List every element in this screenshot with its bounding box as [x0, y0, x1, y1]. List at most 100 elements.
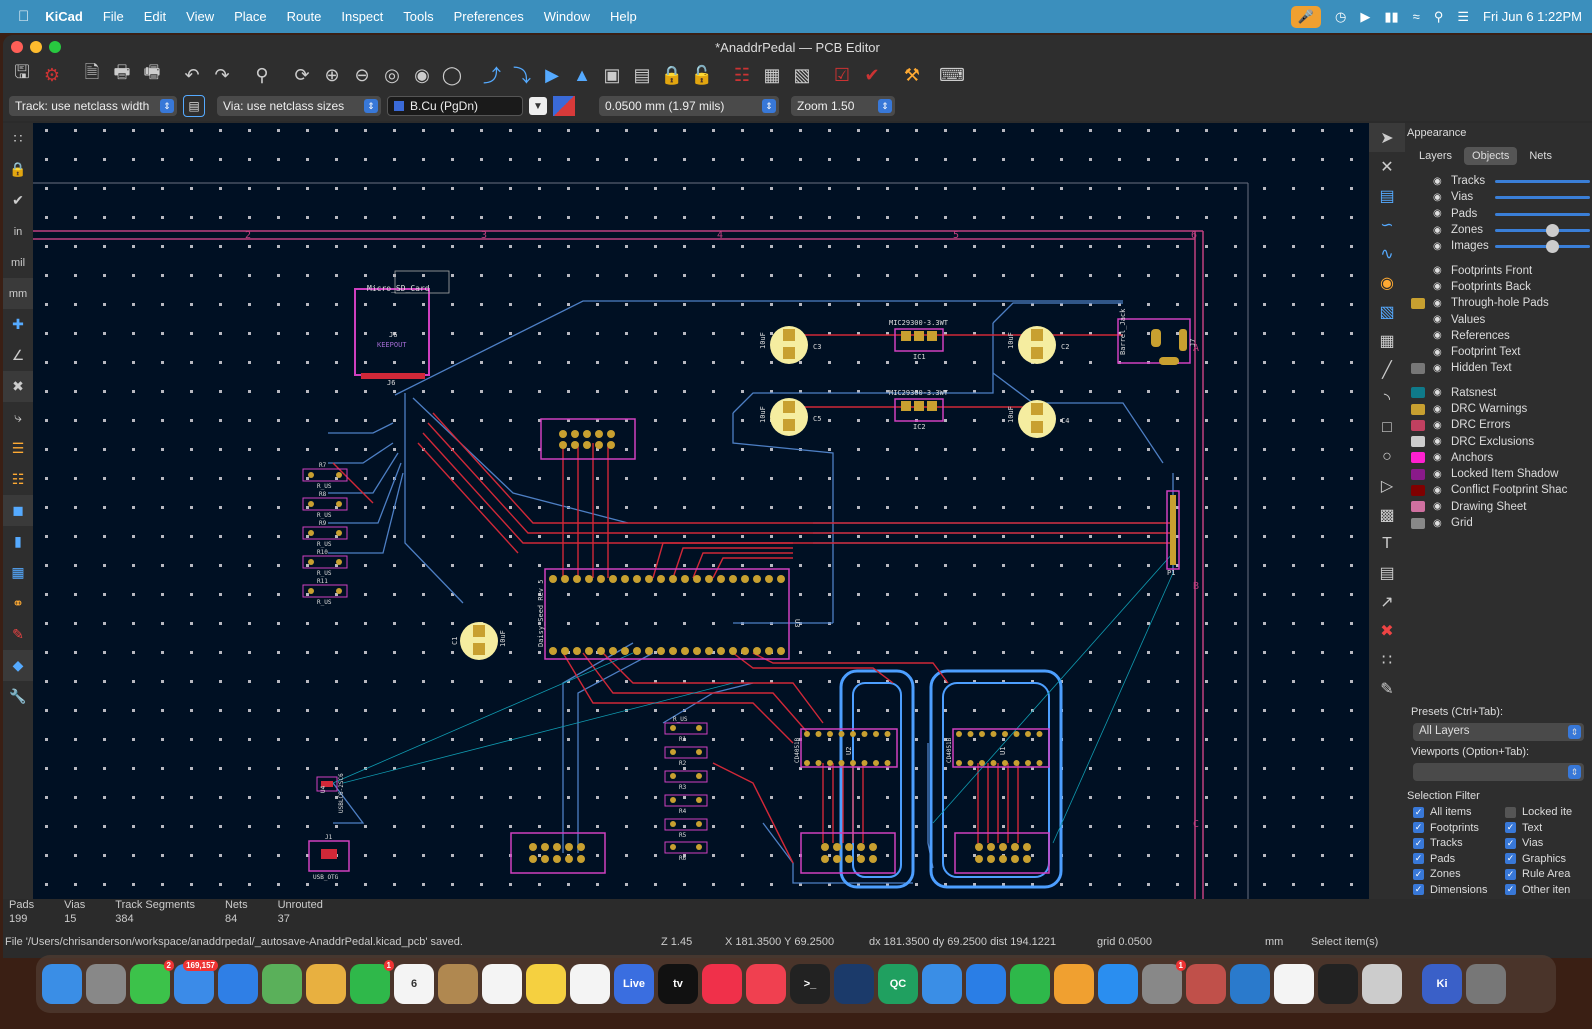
dock-tv-icon[interactable]: tv: [658, 964, 698, 1004]
lock-icon[interactable]: 🔒: [659, 62, 685, 88]
dock-calendar-icon[interactable]: 6: [394, 964, 434, 1004]
slider-knob[interactable]: [1546, 223, 1559, 237]
menu-view[interactable]: View: [186, 9, 214, 24]
dock-xcode-icon[interactable]: [922, 964, 962, 1004]
dock-finder-icon[interactable]: [42, 964, 82, 1004]
eye-icon[interactable]: ◉: [1433, 225, 1447, 236]
dock-kicad-icon[interactable]: Ki: [1422, 964, 1462, 1004]
pad[interactable]: [979, 731, 985, 737]
filter-item[interactable]: ✓ Vias: [1505, 836, 1592, 851]
eye-icon[interactable]: ◉: [1433, 208, 1447, 219]
pad[interactable]: [815, 760, 822, 766]
object-row[interactable]: ◉ Anchors: [1405, 450, 1592, 466]
object-row[interactable]: ◉ Locked Item Shadow: [1405, 466, 1592, 482]
play-icon[interactable]: ▶: [1360, 9, 1370, 25]
menu-help[interactable]: Help: [610, 9, 637, 24]
eye-icon[interactable]: ◉: [1433, 176, 1447, 187]
pad[interactable]: [990, 760, 997, 766]
pad[interactable]: [956, 760, 962, 766]
dock-mail-icon[interactable]: 169,157: [174, 960, 218, 1004]
add-footprint-icon[interactable]: ▤: [1369, 181, 1405, 210]
pad[interactable]: [827, 731, 833, 737]
menu-tools[interactable]: Tools: [403, 9, 433, 24]
draw-rect-icon[interactable]: □: [1369, 413, 1405, 442]
dock-instruments-icon[interactable]: [1186, 964, 1226, 1004]
filter-item[interactable]: ✓ Zones: [1413, 867, 1505, 882]
pad[interactable]: [956, 731, 962, 737]
pad[interactable]: [838, 731, 845, 737]
filter-item[interactable]: ✓ Rule Area: [1505, 867, 1592, 882]
filter-checkbox[interactable]: [1505, 806, 1516, 818]
color-swatch[interactable]: [1411, 403, 1425, 415]
object-row[interactable]: ◉ Drawing Sheet: [1405, 499, 1592, 515]
pad[interactable]: [873, 760, 879, 766]
rotate-ccw-icon[interactable]: ⤴: [479, 62, 505, 88]
eye-icon[interactable]: ◉: [1433, 518, 1447, 529]
pad[interactable]: [561, 575, 569, 583]
drc-icon[interactable]: ☑: [829, 62, 855, 88]
pad[interactable]: [717, 575, 725, 583]
pad[interactable]: [873, 731, 879, 737]
object-row[interactable]: ◉ DRC Warnings: [1405, 401, 1592, 417]
drc-check-icon[interactable]: ✔: [859, 62, 885, 88]
text-outline-icon[interactable]: ⚭: [3, 588, 33, 619]
add-dimension-icon[interactable]: ↗: [1369, 587, 1405, 616]
pad[interactable]: [1002, 731, 1008, 737]
dock-news-icon[interactable]: [746, 964, 786, 1004]
pad[interactable]: [645, 575, 653, 583]
filter-checkbox[interactable]: ✓: [1413, 884, 1424, 896]
object-row[interactable]: ◉ DRC Exclusions: [1405, 433, 1592, 449]
footprint-editor-icon[interactable]: ▦: [759, 62, 785, 88]
pad[interactable]: [990, 731, 997, 737]
filter-checkbox[interactable]: ✓: [1413, 837, 1424, 849]
pad[interactable]: [967, 731, 974, 737]
opacity-slider[interactable]: [1495, 240, 1590, 254]
draw-polygon-icon[interactable]: ▷: [1369, 471, 1405, 500]
pad[interactable]: [804, 760, 810, 766]
tab-objects[interactable]: Objects: [1464, 147, 1518, 165]
refresh-icon[interactable]: ⟳: [289, 62, 315, 88]
eye-icon[interactable]: ◉: [1433, 281, 1447, 292]
redo-icon[interactable]: ↷: [209, 62, 235, 88]
filter-checkbox[interactable]: ✓: [1413, 868, 1424, 880]
pad[interactable]: [861, 731, 868, 737]
dock-apple-config-icon[interactable]: [1274, 964, 1314, 1004]
pad[interactable]: [549, 647, 557, 655]
pad[interactable]: [633, 575, 641, 583]
zoom-selection-icon[interactable]: ◯: [439, 62, 465, 88]
pad[interactable]: [884, 760, 891, 766]
dock-steam-icon[interactable]: [834, 964, 874, 1004]
pad[interactable]: [850, 731, 856, 737]
group-icon[interactable]: ▣: [599, 62, 625, 88]
object-row[interactable]: ◉ Tracks: [1405, 173, 1592, 189]
track-width-lock-icon[interactable]: ▤: [183, 95, 205, 117]
dock-keynote-icon[interactable]: [966, 964, 1006, 1004]
draw-circle-icon[interactable]: ○: [1369, 442, 1405, 471]
pad[interactable]: [884, 731, 891, 737]
pad[interactable]: [693, 575, 701, 583]
color-swatch[interactable]: [1411, 501, 1425, 513]
track-width-select[interactable]: Track: use netclass width ⇕: [9, 96, 177, 116]
eye-icon[interactable]: ◉: [1433, 469, 1447, 480]
filter-checkbox[interactable]: ✓: [1505, 884, 1516, 896]
ungroup-icon[interactable]: ▤: [629, 62, 655, 88]
tab-nets[interactable]: Nets: [1521, 147, 1560, 165]
find-icon[interactable]: ⚲: [249, 62, 275, 88]
track-outline-icon[interactable]: ◼: [3, 495, 33, 526]
eye-icon[interactable]: ◉: [1433, 420, 1447, 431]
pad[interactable]: [729, 575, 737, 583]
object-row[interactable]: ◉ Values: [1405, 311, 1592, 327]
pcb-canvas[interactable]: 2 3 4 5 6 A B C Micro_SD_Card J6 KEEPOUT…: [33, 123, 1369, 899]
dock-reminders-icon[interactable]: [482, 964, 522, 1004]
color-swatch[interactable]: [1411, 297, 1425, 309]
menu-file[interactable]: File: [103, 9, 124, 24]
filter-item[interactable]: ✓ Graphics: [1505, 852, 1592, 867]
zoom-out-icon[interactable]: ⊖: [349, 62, 375, 88]
close-button[interactable]: [11, 41, 23, 53]
scripting-console-icon[interactable]: ⌨: [939, 62, 965, 88]
eye-icon[interactable]: ◉: [1433, 501, 1447, 512]
spotlight-icon[interactable]: ⚲: [1434, 9, 1444, 25]
dock-launchpad-icon[interactable]: [86, 964, 126, 1004]
undo-icon[interactable]: ↶: [179, 62, 205, 88]
zoom-in-icon[interactable]: ⊕: [319, 62, 345, 88]
